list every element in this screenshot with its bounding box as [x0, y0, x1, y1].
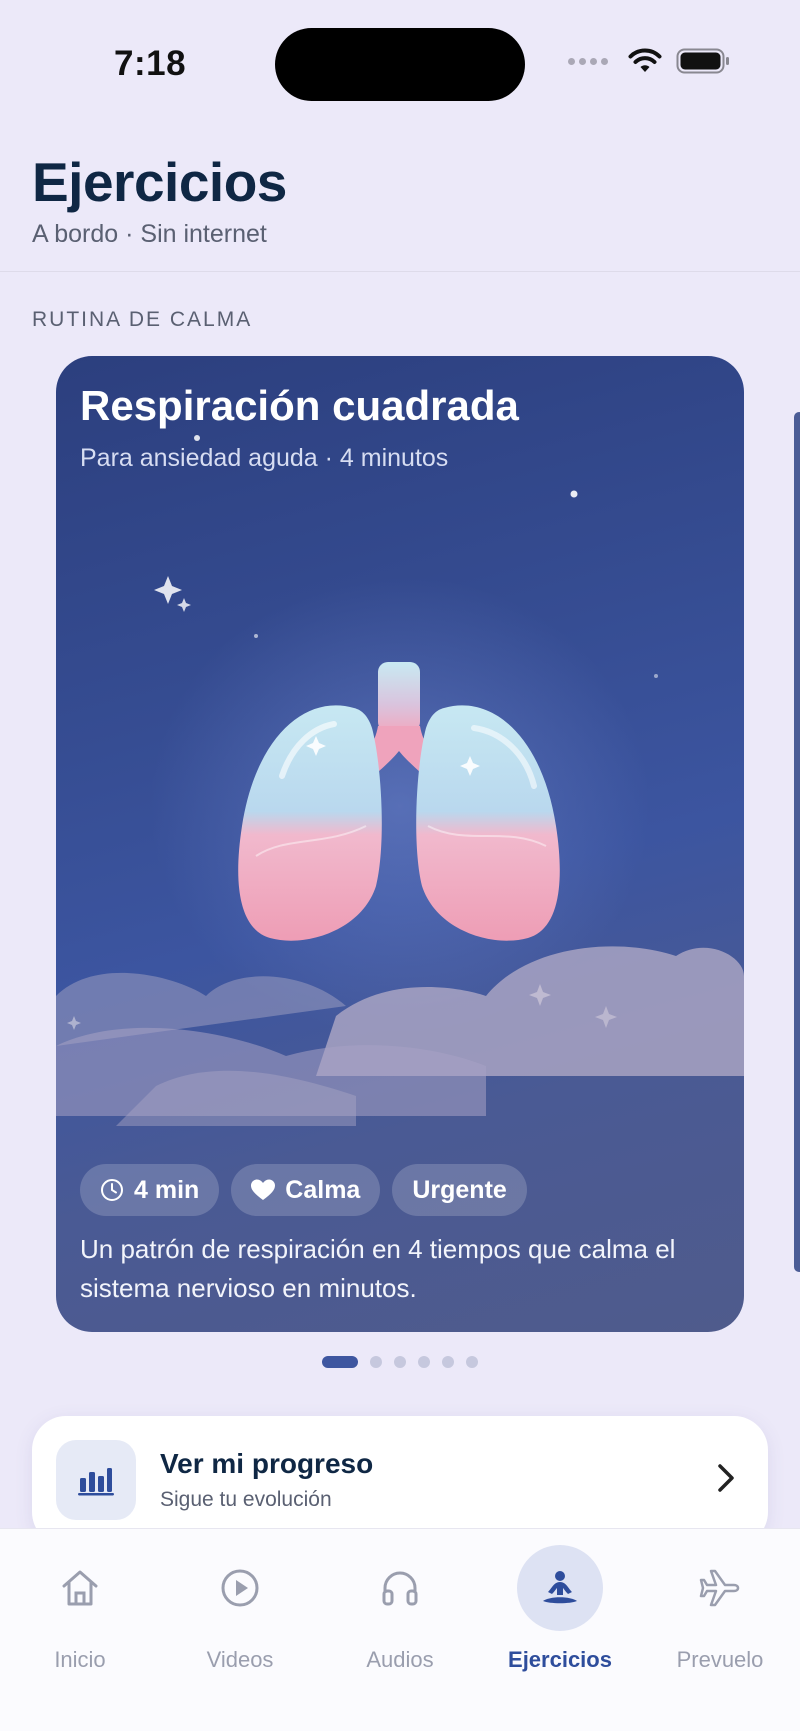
clock-icon — [101, 1179, 123, 1201]
card-subtitle: Para ansiedad aguda · 4 minutos — [80, 444, 449, 472]
tab-audios-label: Audios — [366, 1647, 434, 1672]
tab-bar: Inicio Videos Audios Ejercicios Prevuelo — [0, 1528, 800, 1731]
header-divider — [0, 271, 800, 272]
pager-dot-3[interactable] — [394, 1356, 406, 1368]
page-subtitle: A bordo · Sin internet — [32, 220, 267, 248]
page-title: Ejercicios — [32, 151, 287, 213]
pager-dot-1[interactable] — [322, 1356, 358, 1368]
urgency-chip: Urgente — [392, 1164, 527, 1216]
pager-dot-5[interactable] — [442, 1356, 454, 1368]
progress-card[interactable]: Ver mi progreso Sigue tu evolución — [32, 1416, 768, 1546]
duration-chip-label: 4 min — [134, 1175, 200, 1204]
duration-chip: 4 min — [80, 1164, 220, 1216]
pager-dot-2[interactable] — [370, 1356, 382, 1368]
tab-videos-label: Videos — [206, 1647, 274, 1672]
airplane-icon — [677, 1545, 763, 1631]
meditation-icon — [517, 1545, 603, 1631]
progress-title: Ver mi progreso — [160, 1448, 374, 1479]
screen: 7:18 Ejercicios A bordo · Sin internet R… — [0, 0, 800, 1731]
bar-chart-icon — [56, 1440, 136, 1520]
card-chips: 4 min Calma Urgente — [80, 1164, 527, 1216]
carousel-pager[interactable] — [322, 1356, 478, 1368]
dynamic-island — [275, 28, 525, 101]
next-card-peek[interactable] — [794, 412, 800, 1272]
status-time: 7:18 — [114, 44, 187, 83]
tab-prevuelo-label: Prevuelo — [676, 1647, 764, 1672]
exercise-card[interactable]: Respiración cuadrada Para ansiedad aguda… — [56, 356, 744, 1332]
category-chip: Calma — [231, 1164, 381, 1216]
battery-icon — [676, 48, 729, 74]
tab-prevuelo[interactable]: Prevuelo — [640, 1529, 800, 1731]
category-chip-label: Calma — [285, 1175, 361, 1204]
card-description: Un patrón de respiración en 4 tiempos qu… — [80, 1234, 676, 1303]
tab-inicio-label: Inicio — [54, 1647, 106, 1672]
headphones-icon — [357, 1545, 443, 1631]
urgency-chip-label: Urgente — [412, 1175, 507, 1204]
progress-subtitle: Sigue tu evolución — [160, 1488, 332, 1511]
tab-inicio[interactable]: Inicio — [0, 1529, 160, 1731]
tab-audios[interactable]: Audios — [320, 1529, 480, 1731]
pager-dot-4[interactable] — [418, 1356, 430, 1368]
pager-dot-6[interactable] — [466, 1356, 478, 1368]
heart-icon — [251, 1179, 276, 1200]
tab-ejercicios[interactable]: Ejercicios — [480, 1529, 640, 1731]
wifi-icon — [628, 48, 662, 72]
chevron-right-icon — [718, 1464, 734, 1492]
section-label: RUTINA DE CALMA — [32, 308, 253, 331]
play-circle-icon — [197, 1545, 283, 1631]
status-icons — [568, 48, 730, 74]
card-title: Respiración cuadrada — [80, 382, 519, 429]
tab-videos[interactable]: Videos — [160, 1529, 320, 1731]
home-icon — [37, 1545, 123, 1631]
cellular-signal-icon — [568, 57, 608, 65]
tab-ejercicios-label: Ejercicios — [508, 1647, 612, 1672]
